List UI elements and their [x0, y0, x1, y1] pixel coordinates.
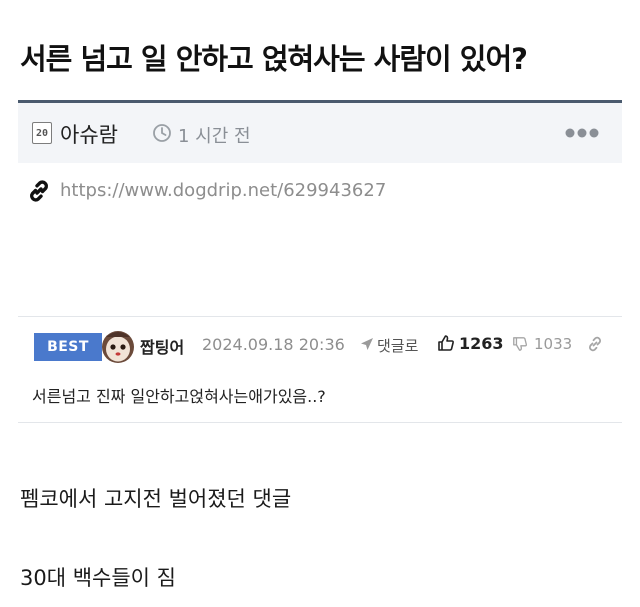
best-badge: BEST [34, 333, 102, 361]
avatar[interactable] [100, 327, 136, 365]
source-link-row[interactable]: https://www.dogdrip.net/629943627 [26, 176, 616, 206]
post-meta-bar: 20 아슈람 1 시간 전 [18, 103, 622, 163]
comment-author[interactable]: 짭팅어 [140, 334, 184, 358]
post-body-line: 30대 백수들이 짐 [20, 566, 176, 590]
post-title: 서른 넘고 일 안하고 얹혀사는 사람이 있어? [20, 42, 528, 76]
thumbs-down-icon[interactable] [512, 336, 528, 352]
send-icon[interactable] [360, 337, 374, 351]
share-link-icon[interactable] [586, 335, 604, 353]
thumbs-up-icon[interactable] [437, 334, 455, 352]
post-author[interactable]: 아슈람 [60, 119, 118, 149]
downvote-count: 1033 [534, 335, 573, 353]
more-options-icon[interactable] [564, 127, 600, 139]
post-time: 1 시간 전 [178, 126, 251, 147]
clock-icon [153, 124, 171, 142]
best-comment-card: BEST 짭팅어 2024.09.18 20:36 댓글로 1263 1033 … [18, 316, 622, 423]
link-icon [30, 180, 48, 202]
reply-button[interactable]: 댓글로 [377, 335, 418, 356]
comment-date: 2024.09.18 20:36 [202, 335, 345, 354]
user-level-badge: 20 [32, 122, 52, 144]
comment-text: 서른넘고 진짜 일안하고얹혀사는애가있음..? [32, 387, 326, 406]
source-link[interactable]: https://www.dogdrip.net/629943627 [60, 180, 386, 201]
upvote-count: 1263 [459, 334, 504, 353]
post-body-line: 펨코에서 고지전 벌어졌던 댓글 [20, 487, 292, 511]
